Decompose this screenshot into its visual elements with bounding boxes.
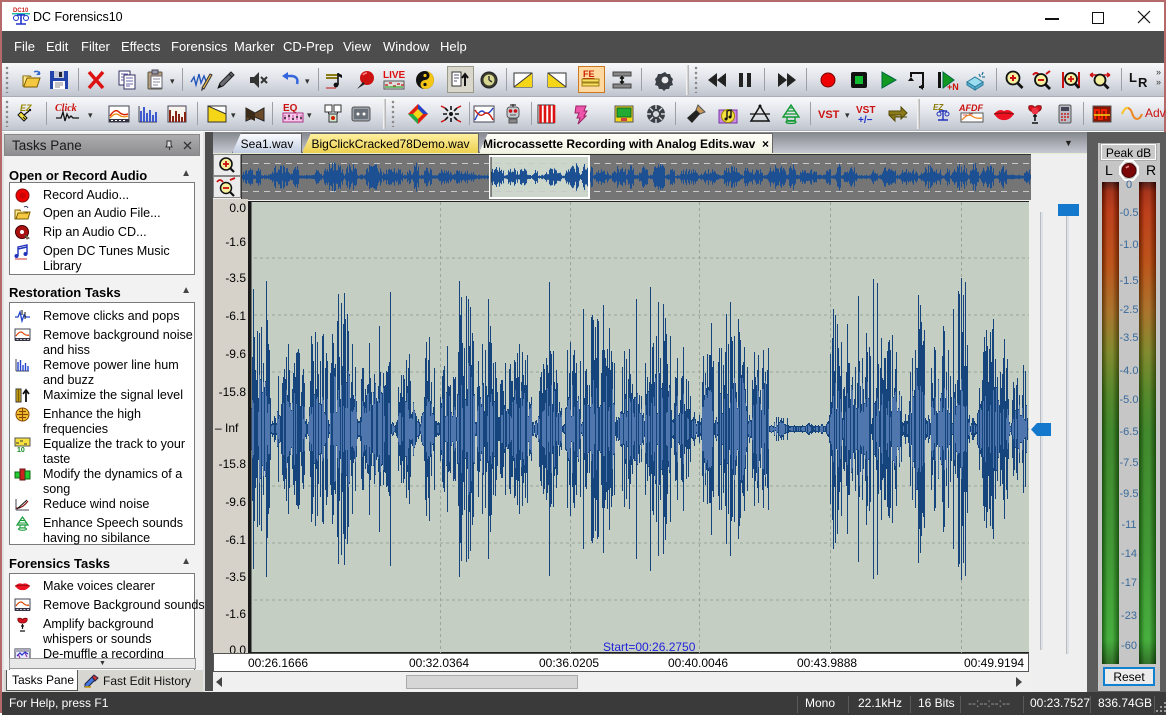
svg-text:R: R (1138, 75, 1148, 90)
svg-text:FE: FE (583, 69, 595, 79)
svg-text:Click: Click (55, 103, 77, 114)
svg-text:L: L (1129, 70, 1137, 85)
svg-text:Start=00:26.2750: Start=00:26.2750 (603, 640, 696, 654)
svg-text:EZ: EZ (20, 103, 32, 113)
svg-text:AFDF: AFDF (959, 103, 983, 113)
svg-text:EQ: EQ (283, 103, 298, 114)
svg-text:+N: +N (947, 82, 959, 92)
svg-text:LIVE: LIVE (383, 70, 406, 81)
svg-text:VST: VST (818, 109, 840, 121)
svg-text:+/−: +/− (858, 115, 873, 126)
svg-text:10: 10 (17, 447, 25, 453)
